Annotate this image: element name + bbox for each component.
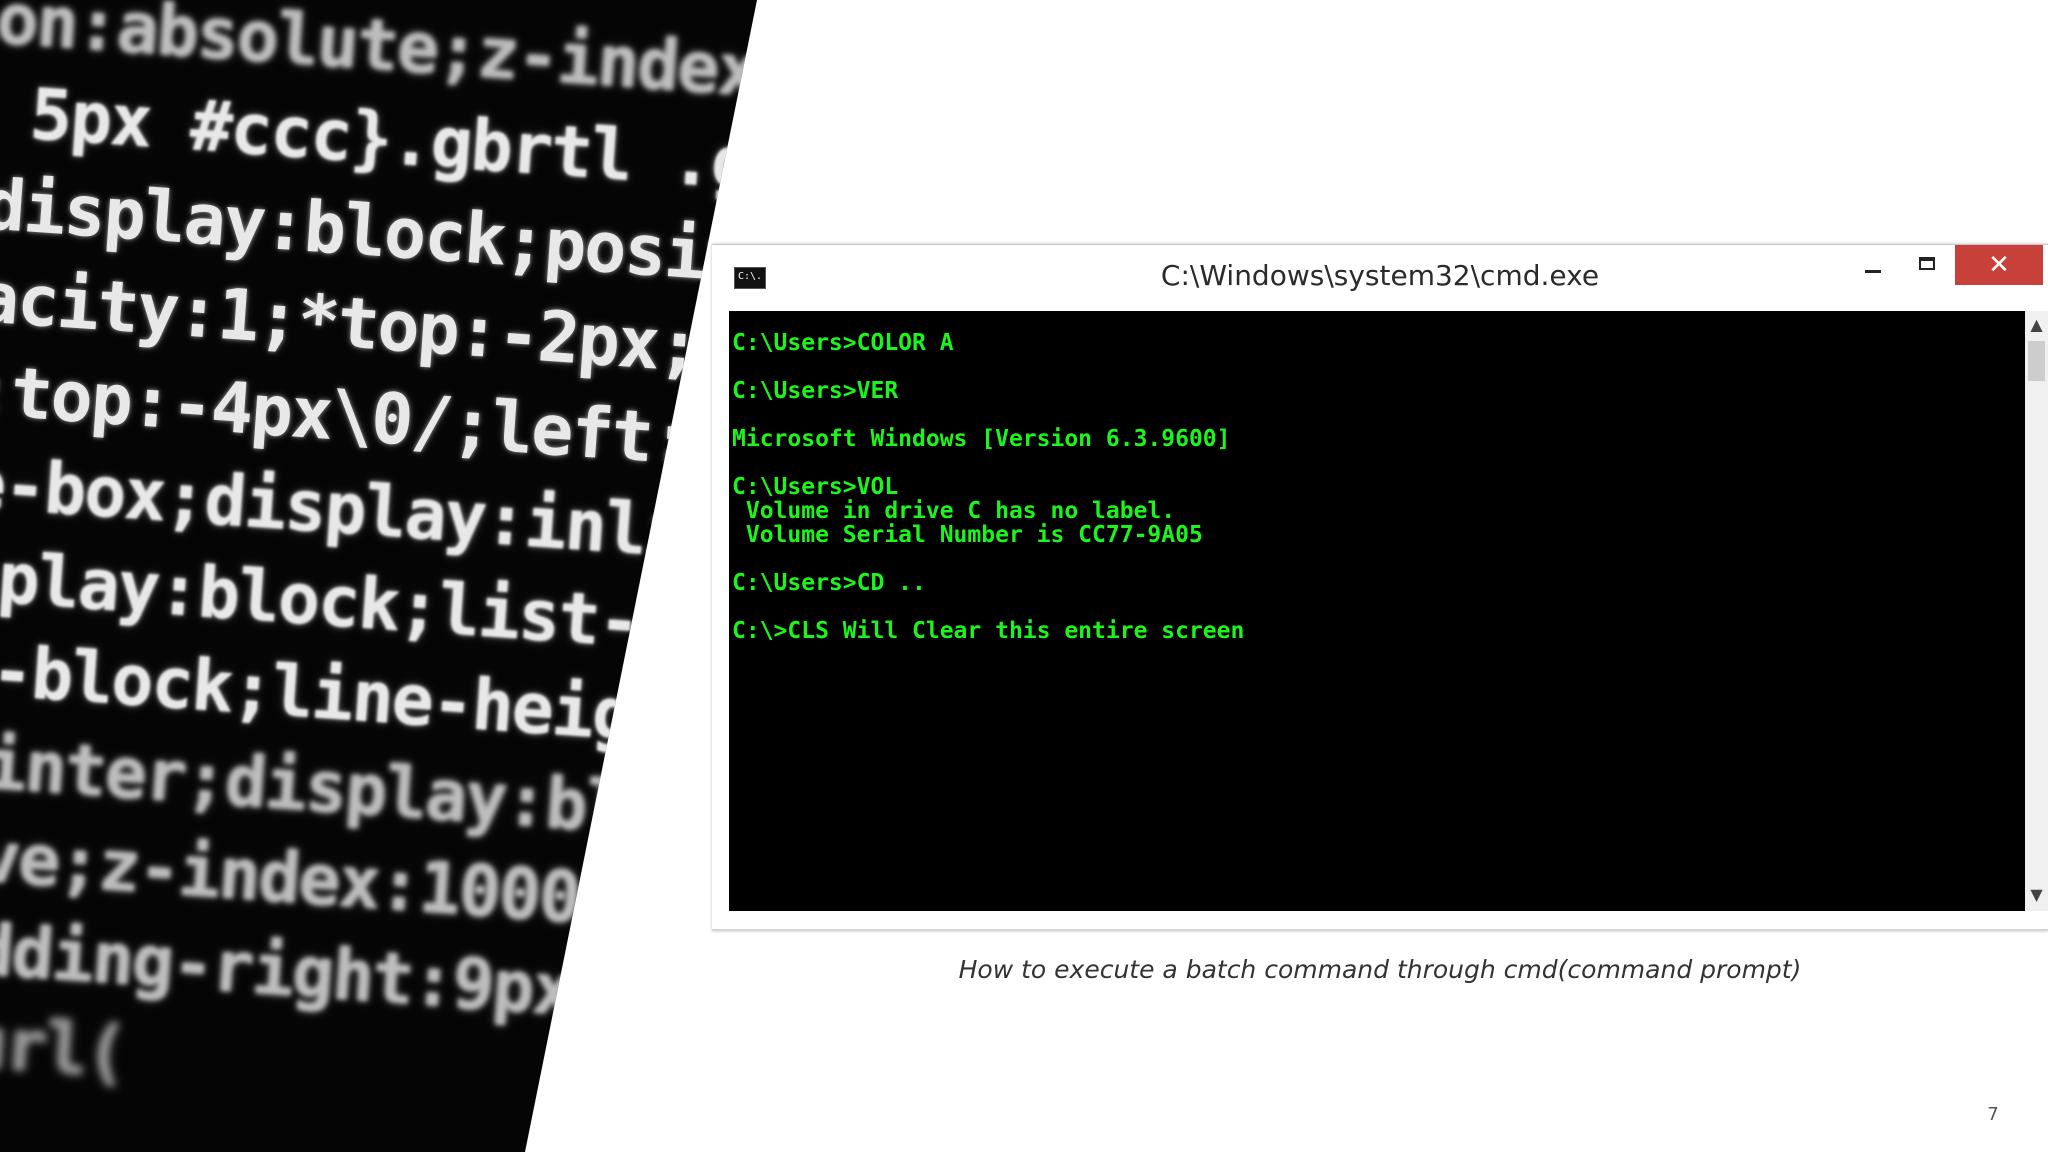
console-line: C:\Users>CD .. [732,570,926,596]
slide: ion:absolute;z-index:99 x 5px #ccc}.gbrt… [0,0,2048,1152]
maximize-button[interactable] [1900,245,1954,285]
scroll-down-arrow-icon[interactable]: ▼ [2025,883,2048,907]
maximize-icon [1919,257,1935,270]
console-line: C:\Users>COLOR A [732,330,954,356]
console-line: Microsoft Windows [Version 6.3.9600] [732,426,1231,452]
console-line: C:\>CLS Will Clear this entire screen [732,618,1245,644]
figure-caption: How to execute a batch command through c… [958,955,1802,984]
cmd-window: C:\. C:\Windows\system32\cmd.exe ✕ C:\Us… [712,244,2048,931]
console-text: C:\Users>COLOR A C:\Users>VER Microsoft … [732,331,1244,643]
window-titlebar[interactable]: C:\. C:\Windows\system32\cmd.exe ✕ [712,245,2048,307]
console-output[interactable]: C:\Users>COLOR A C:\Users>VER Microsoft … [729,311,2025,911]
scroll-thumb[interactable] [2028,341,2045,381]
console-line: Volume Serial Number is CC77-9A05 [732,522,1203,548]
minimize-icon [1865,270,1881,273]
window-bottom-border [712,929,2048,931]
minimize-button[interactable] [1846,245,1900,285]
console-line: C:\Users>VER [732,378,899,404]
close-icon: ✕ [1988,250,2010,280]
scroll-up-arrow-icon[interactable]: ▲ [2025,313,2048,337]
close-button[interactable]: ✕ [1955,245,2043,285]
console-line: Volume in drive C has no label. [732,498,1176,524]
page-number: 7 [1987,1104,1999,1125]
console-line: C:\Users>VOL [732,474,899,500]
code-text-block: ion:absolute;z-index:99 x 5px #ccc}.gbrt… [0,0,757,1140]
code-background-image: ion:absolute;z-index:99 x 5px #ccc}.gbrt… [0,0,757,1152]
vertical-scrollbar[interactable]: ▲ ▼ [2025,311,2048,911]
